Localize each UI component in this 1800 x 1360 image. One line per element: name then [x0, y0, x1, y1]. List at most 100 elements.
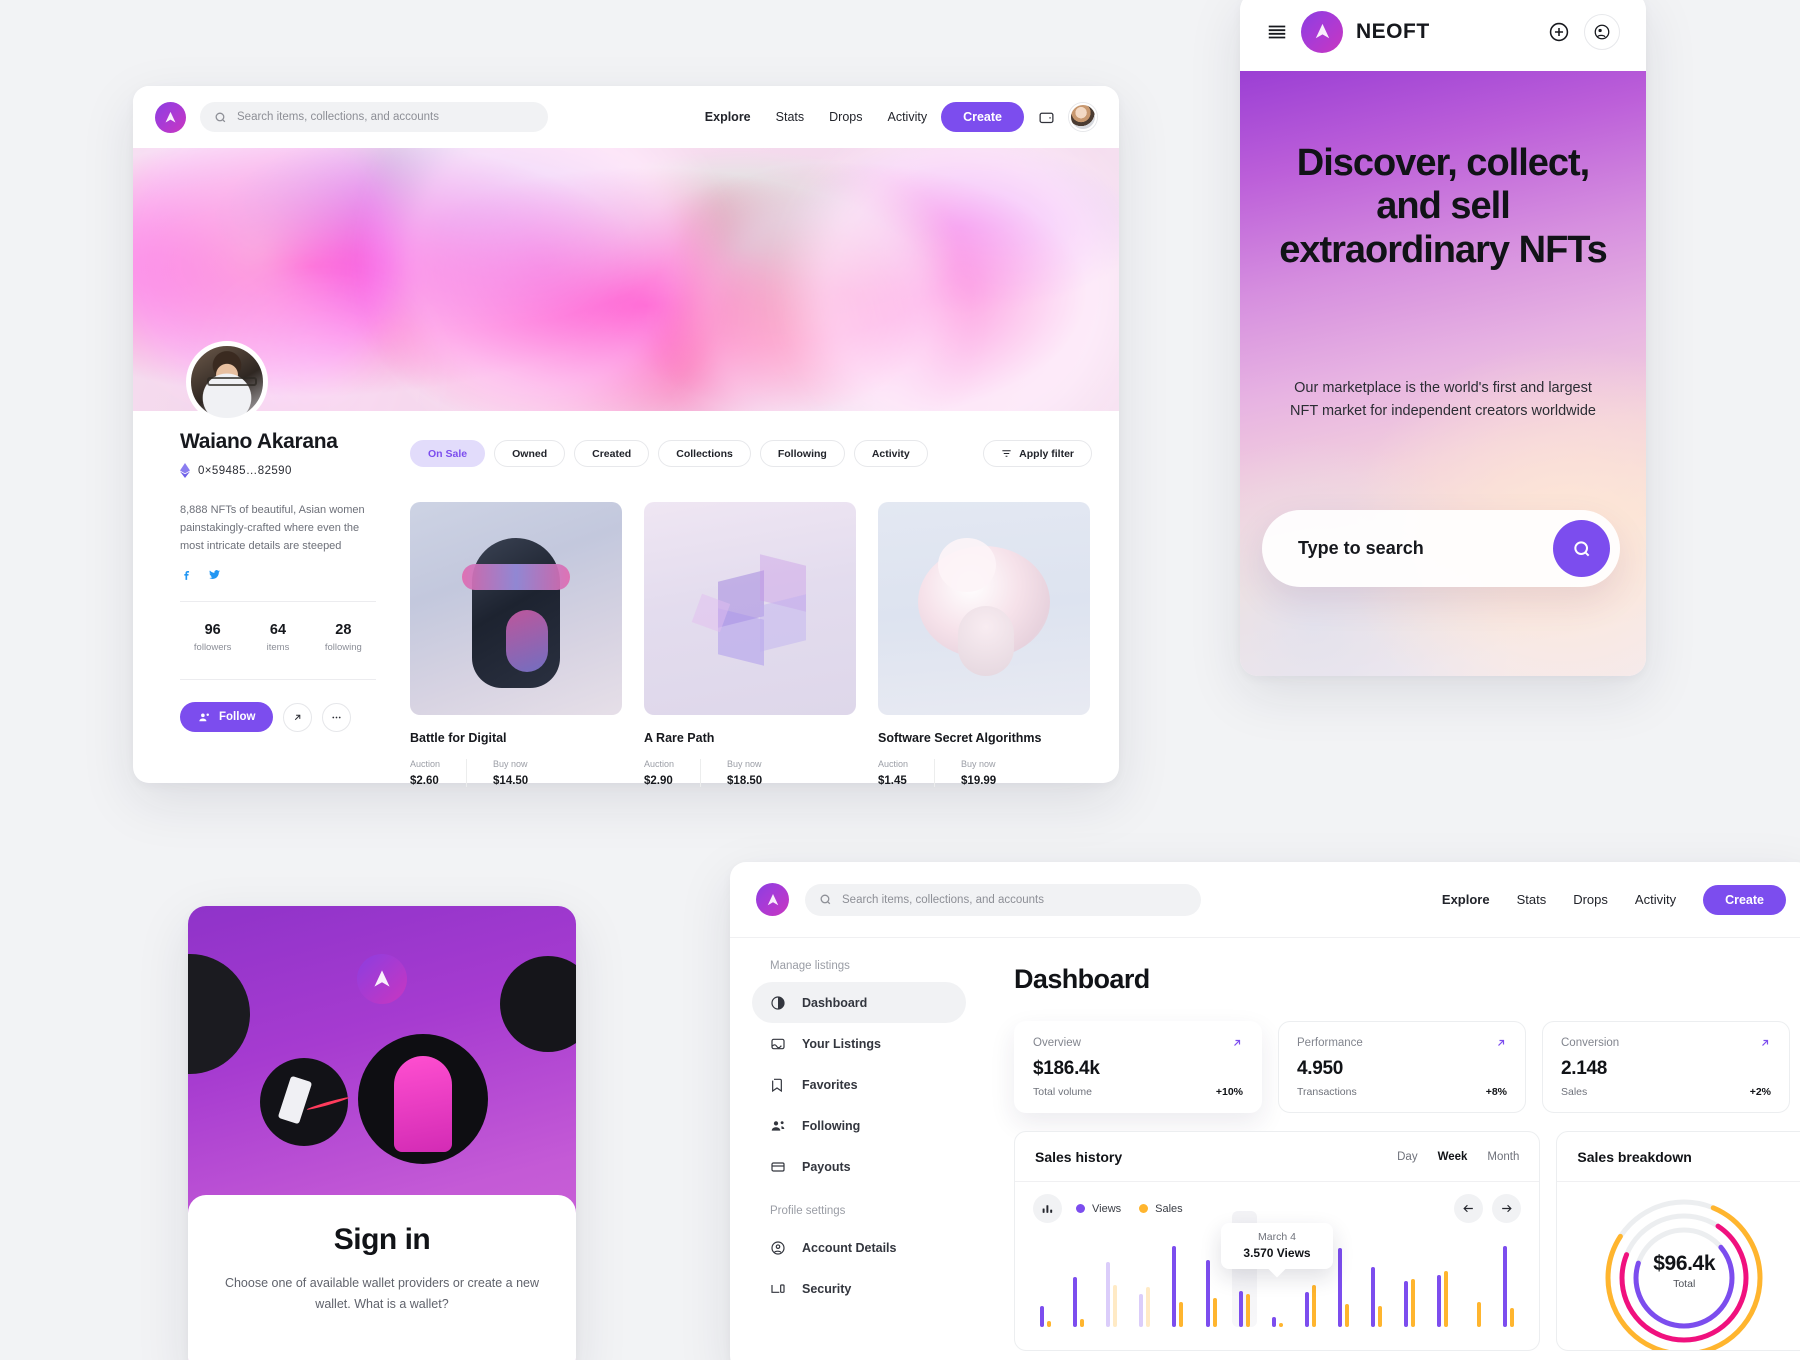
search-input[interactable]: Search items, collections, and accounts [805, 883, 1201, 916]
kpi-card-overview[interactable]: Overview $186.4k Total volume +10% [1014, 1021, 1262, 1113]
chart-bar-group[interactable] [1062, 1231, 1095, 1327]
range-week[interactable]: Week [1438, 1151, 1468, 1163]
nft-image[interactable] [410, 502, 622, 715]
twitter-icon[interactable] [208, 568, 221, 581]
tab-owned[interactable]: Owned [494, 440, 566, 467]
nav-explore[interactable]: Explore [1442, 892, 1490, 907]
sidebar-item-following[interactable]: Following [752, 1105, 966, 1146]
stat-following: 28 following [311, 622, 376, 653]
tab-on-sale[interactable]: On Sale [410, 440, 486, 467]
sales-breakdown-donut: $96.4k Total [1600, 1194, 1768, 1350]
nft-image[interactable] [644, 502, 856, 715]
nav-stats[interactable]: Stats [1517, 892, 1547, 907]
follow-button[interactable]: Follow [180, 702, 274, 733]
chart-bar-views [1304, 1292, 1309, 1327]
range-month[interactable]: Month [1487, 1151, 1519, 1163]
signin-description: Choose one of available wallet providers… [224, 1276, 540, 1311]
create-button[interactable]: Create [941, 102, 1024, 132]
hamburger-menu-icon[interactable] [1266, 21, 1288, 43]
profile-avatar[interactable] [186, 341, 268, 423]
tab-activity[interactable]: Activity [853, 440, 928, 467]
arrow-up-right-icon[interactable] [1759, 1037, 1771, 1049]
dashboard-window: Search items, collections, and accounts … [730, 862, 1800, 1360]
kpi-value: 2.148 [1561, 1058, 1608, 1079]
account-circle-icon [771, 1240, 785, 1255]
tab-following[interactable]: Following [759, 440, 845, 467]
nft-buynow-label: Buy now [493, 759, 528, 769]
nft-image[interactable] [878, 502, 1090, 715]
tab-collections[interactable]: Collections [658, 440, 751, 467]
signin-artwork-circle-left [188, 954, 250, 1074]
chart-bar-group[interactable] [1426, 1231, 1459, 1327]
kpi-card-conversion[interactable]: Conversion 2.148 Sales +2% [1542, 1021, 1790, 1113]
arrow-up-right-icon[interactable] [1495, 1037, 1507, 1049]
tab-created[interactable]: Created [574, 440, 650, 467]
kpi-value: $186.4k [1033, 1058, 1100, 1079]
chart-bar-group[interactable] [1492, 1231, 1525, 1327]
more-options-button[interactable] [322, 702, 352, 732]
profile-topbar: Search items, collections, and accounts … [133, 86, 1119, 148]
nav-activity[interactable]: Activity [887, 110, 927, 124]
nav-activity[interactable]: Activity [1635, 892, 1676, 907]
chart-bar-sales [1510, 1307, 1515, 1327]
facebook-icon[interactable] [180, 568, 193, 581]
sidebar-item-account-details[interactable]: Account Details [752, 1227, 966, 1268]
neoft-arrow-logo[interactable] [357, 954, 407, 1004]
hero-search-bar[interactable]: Type to search [1262, 510, 1620, 587]
chart-type-button[interactable] [1033, 1194, 1062, 1223]
sidebar-item-security[interactable]: Security [752, 1268, 966, 1309]
profile-cover-image [133, 148, 1119, 411]
nft-auction-label: Auction [878, 759, 909, 769]
create-button[interactable]: Create [1703, 884, 1786, 915]
signin-sheet: Sign in Choose one of available wallet p… [188, 1195, 576, 1360]
plus-circle-icon[interactable] [1548, 21, 1570, 43]
range-day[interactable]: Day [1397, 1151, 1417, 1163]
search-input[interactable]: Search items, collections, and accounts [200, 102, 548, 132]
dashboard-topbar: Search items, collections, and accounts … [730, 862, 1800, 937]
profile-avatar-button[interactable] [1584, 13, 1620, 50]
legend-item-sales: Sales [1139, 1203, 1183, 1215]
arrow-up-right-icon[interactable] [1231, 1037, 1243, 1049]
chart-prev-button[interactable] [1454, 1194, 1484, 1223]
sidebar-item-label: Favorites [802, 1077, 858, 1092]
chart-bar-group[interactable] [1360, 1231, 1393, 1327]
wallet-icon[interactable] [1038, 109, 1055, 126]
search-icon [820, 894, 831, 905]
donut-center-labels: $96.4k Total [1600, 1252, 1768, 1290]
chart-next-button[interactable] [1492, 1194, 1522, 1223]
neoft-arrow-logo[interactable] [1301, 10, 1343, 53]
nav-drops[interactable]: Drops [829, 110, 862, 124]
chart-bar-group[interactable] [1459, 1231, 1492, 1327]
apply-filter-button[interactable]: Apply filter [983, 440, 1092, 467]
kpi-footer: Sales +2% [1561, 1086, 1771, 1098]
nav-drops[interactable]: Drops [1573, 892, 1608, 907]
profile-tabs: On Sale Owned Created Collections Follow… [410, 440, 1092, 467]
sidebar-item-favorites[interactable]: Favorites [752, 1064, 966, 1105]
chart-bar-group[interactable] [1393, 1231, 1426, 1327]
neoft-arrow-logo[interactable] [155, 101, 186, 133]
chart-bar-group[interactable] [1161, 1231, 1194, 1327]
nft-card[interactable]: Software Secret Algorithms Auction $1.45… [878, 502, 1090, 787]
hero-search-button[interactable] [1553, 520, 1610, 577]
sales-breakdown-header: Sales breakdown [1557, 1132, 1800, 1182]
kpi-card-performance[interactable]: Performance 4.950 Transactions +8% [1278, 1021, 1526, 1113]
stat-items-value: 64 [269, 622, 287, 639]
user-avatar[interactable] [1069, 103, 1097, 131]
nft-card[interactable]: A Rare Path Auction $2.90 Buy now $18.50 [644, 502, 856, 787]
nft-prices: Auction $2.60 Buy now $14.50 [410, 759, 622, 787]
nft-buynow: Buy now $18.50 [700, 759, 788, 787]
nav-explore[interactable]: Explore [705, 110, 751, 124]
chart-bar-group[interactable] [1128, 1231, 1161, 1327]
sidebar-item-payouts[interactable]: Payouts [752, 1146, 966, 1187]
sidebar-item-your-listings[interactable]: Your Listings [752, 1023, 966, 1064]
neoft-arrow-logo[interactable] [756, 883, 789, 916]
chart-bar-group[interactable] [1029, 1231, 1062, 1327]
nft-buynow: Buy now $19.99 [934, 759, 1022, 787]
sidebar-item-dashboard[interactable]: Dashboard [752, 982, 966, 1023]
nft-card[interactable]: Battle for Digital Auction $2.60 Buy now… [410, 502, 622, 787]
share-button[interactable] [283, 702, 313, 732]
profile-wallet-address[interactable]: 0×59485…82590 [180, 463, 376, 478]
chart-bar-group[interactable] [1095, 1231, 1128, 1327]
nav-stats[interactable]: Stats [776, 110, 805, 124]
nft-auction: Auction $2.60 [410, 759, 466, 787]
